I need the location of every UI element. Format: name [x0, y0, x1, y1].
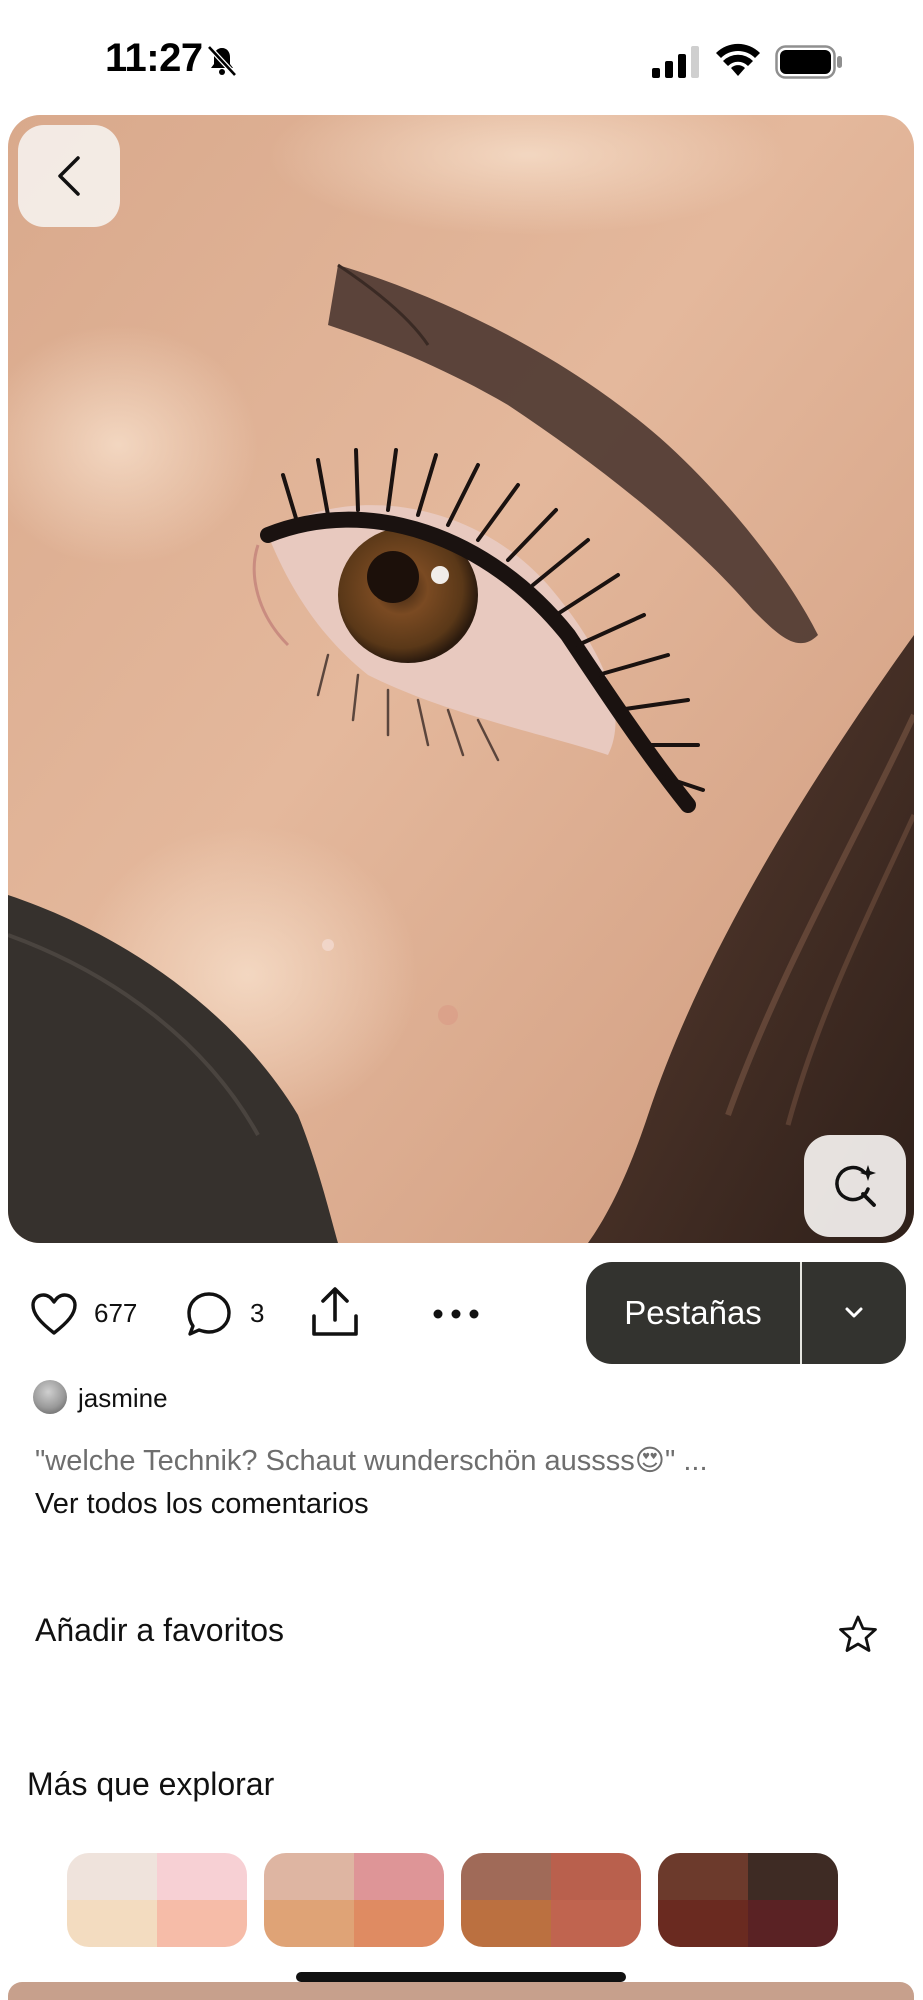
wifi-icon — [716, 43, 760, 76]
color-palette-2[interactable] — [264, 1853, 444, 1947]
swatch — [67, 1900, 157, 1947]
author-name[interactable]: jasmine — [78, 1383, 168, 1414]
swatch — [748, 1900, 838, 1947]
swatch — [658, 1853, 748, 1900]
swatch — [461, 1900, 551, 1947]
more-dots-icon[interactable] — [432, 1308, 480, 1320]
color-palette-1[interactable] — [67, 1853, 247, 1947]
board-label[interactable]: Pestañas — [586, 1262, 800, 1364]
add-to-favorites-label[interactable]: Añadir a favoritos — [35, 1612, 284, 1649]
swatch — [551, 1853, 641, 1900]
battery-icon — [775, 45, 842, 79]
explore-section-title: Más que explorar — [27, 1766, 275, 1802]
status-time: 11:27 — [105, 36, 203, 80]
add-to-favorites-row[interactable]: Añadir a favoritos — [0, 1598, 923, 1672]
swatch — [658, 1900, 748, 1947]
swatch — [354, 1853, 444, 1900]
share-icon[interactable] — [310, 1286, 360, 1338]
swatch — [157, 1900, 247, 1947]
comment-count: 3 — [250, 1298, 265, 1328]
swatch — [67, 1853, 157, 1900]
swatch — [461, 1853, 551, 1900]
status-bar: 11:27 — [0, 0, 923, 120]
cellular-signal-icon — [652, 46, 699, 78]
pin-action-row: 677 3 Pestañas — [0, 1262, 923, 1366]
save-to-board-button[interactable]: Pestañas — [586, 1262, 906, 1364]
bell-slash-icon — [207, 45, 237, 77]
back-button[interactable] — [18, 125, 120, 227]
visual-search-icon — [835, 1165, 876, 1207]
view-all-comments-link[interactable]: Ver todos los comentarios — [35, 1488, 369, 1521]
like-count: 677 — [94, 1298, 138, 1328]
swatch — [157, 1853, 247, 1900]
comment-bubble-icon[interactable] — [186, 1291, 232, 1337]
swatch — [354, 1900, 444, 1947]
color-palette-3[interactable] — [461, 1853, 641, 1947]
author-avatar[interactable] — [33, 1380, 67, 1414]
top-comment-text: "welche Technik? Schaut wunderschön auss… — [35, 1445, 708, 1477]
swatch — [748, 1853, 838, 1900]
swatch — [264, 1853, 354, 1900]
chevron-left-icon — [58, 156, 80, 196]
swatch — [264, 1900, 354, 1947]
swatch — [551, 1900, 641, 1947]
visual-search-button[interactable] — [804, 1135, 906, 1237]
next-pin-preview[interactable] — [8, 1982, 914, 2000]
color-palette-4[interactable] — [658, 1853, 838, 1947]
home-indicator[interactable] — [296, 1972, 626, 1982]
pin-image[interactable] — [8, 115, 914, 1243]
board-dropdown-button[interactable] — [802, 1262, 906, 1364]
star-icon[interactable] — [838, 1614, 878, 1654]
chevron-down-icon — [845, 1307, 863, 1318]
heart-icon[interactable] — [30, 1292, 78, 1336]
